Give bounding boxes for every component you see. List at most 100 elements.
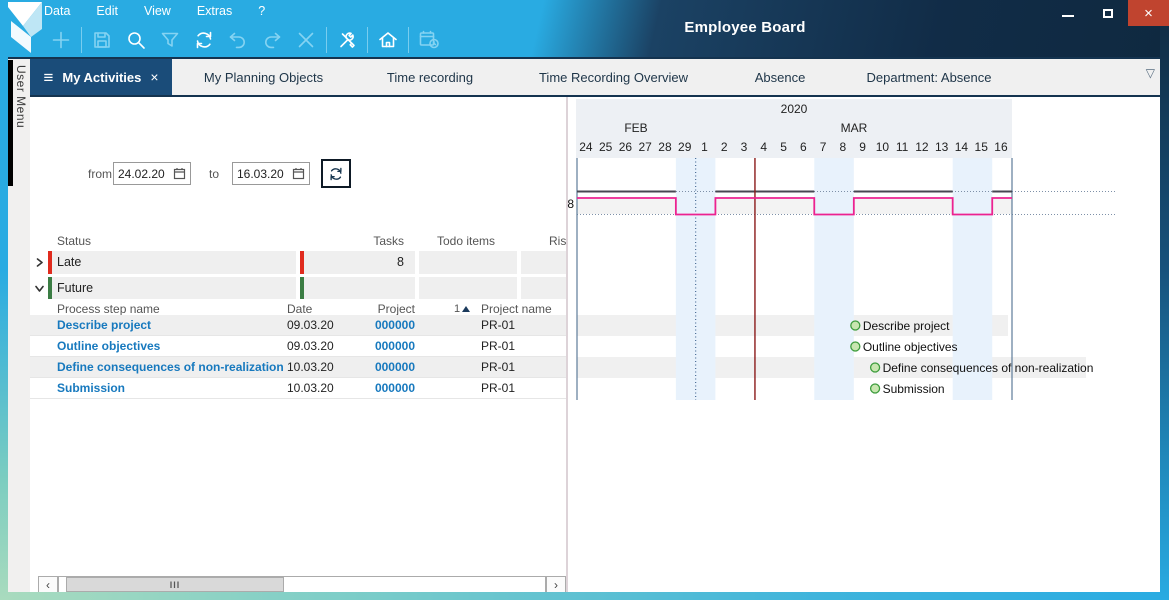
tab-label: Absence — [755, 70, 806, 85]
save-button[interactable] — [85, 24, 119, 56]
expand-chevron-late[interactable] — [32, 251, 46, 274]
milestone-submission[interactable]: Submission — [871, 382, 945, 396]
milestone-outline-objectives[interactable]: Outline objectives — [851, 340, 958, 354]
home-icon — [376, 28, 400, 52]
timeline-month-feb: FEB — [576, 121, 696, 135]
tab-label: My Planning Objects — [204, 70, 323, 85]
day-cell: 4 — [754, 140, 774, 154]
tab-time-recording-overview[interactable]: Time Recording Overview — [505, 59, 722, 95]
user-menu-indicator — [8, 60, 13, 186]
add-button[interactable] — [44, 24, 78, 56]
sort-indicator[interactable]: 1 — [454, 301, 470, 315]
project-link[interactable]: 000000 — [340, 360, 415, 374]
from-label: from — [88, 167, 112, 181]
to-label: to — [209, 167, 219, 181]
day-cell: 2 — [714, 140, 734, 154]
status-label: Late — [57, 255, 81, 269]
scroll-right-button[interactable]: › — [546, 576, 566, 592]
tab-close-icon[interactable]: × — [150, 69, 158, 85]
col-project: Project — [340, 302, 415, 316]
day-cell: 15 — [971, 140, 991, 154]
scrollbar-thumb[interactable]: lll — [66, 577, 284, 592]
hamburger-icon[interactable]: ≡ — [43, 69, 53, 86]
process-step-link[interactable]: Submission — [57, 381, 125, 395]
day-cell: 5 — [774, 140, 794, 154]
table-row[interactable]: Define consequences of non-realization 1… — [30, 357, 566, 378]
filter-button[interactable] — [153, 24, 187, 56]
minimize-button[interactable] — [1048, 0, 1088, 26]
day-cell: 28 — [655, 140, 675, 154]
menu-item-data[interactable]: Data — [44, 4, 70, 18]
col-todo: Todo items — [437, 234, 495, 248]
close-icon: × — [1144, 5, 1153, 22]
menu-item-edit[interactable]: Edit — [96, 4, 118, 18]
day-cell: 13 — [932, 140, 952, 154]
project-link[interactable]: 000000 — [340, 381, 415, 395]
maximize-button[interactable] — [1088, 0, 1128, 26]
tab-absence[interactable]: Absence — [722, 59, 838, 95]
project-name: PR-01 — [481, 318, 515, 332]
refresh-button[interactable] — [187, 24, 221, 56]
redo-button[interactable] — [255, 24, 289, 56]
project-link[interactable]: 000000 — [340, 318, 415, 332]
table-row[interactable]: Describe project 09.03.20 000000 PR-01 — [30, 315, 566, 336]
menu-item-view[interactable]: View — [144, 4, 171, 18]
tab-overflow-button[interactable]: ▽ — [1146, 66, 1155, 80]
col-project-name: Project name — [481, 302, 552, 316]
chevron-down-icon — [35, 284, 44, 293]
window-border-left — [0, 0, 8, 600]
table-row[interactable]: Outline objectives 09.03.20 000000 PR-01 — [30, 336, 566, 357]
tab-label: Time Recording Overview — [539, 70, 688, 85]
menu-bar: Data Edit View Extras ? — [44, 4, 265, 18]
toolbar-separator — [367, 27, 368, 53]
gantt-chart: 8 Describe project Outline objectives De… — [566, 158, 1160, 402]
save-icon — [90, 28, 114, 52]
timeline-month-mar: MAR — [696, 121, 1012, 135]
project-link[interactable]: 000000 — [340, 339, 415, 353]
undo-button[interactable] — [221, 24, 255, 56]
calendar-icon[interactable] — [173, 167, 186, 180]
refresh-icon — [327, 165, 345, 183]
tools-button[interactable] — [330, 24, 364, 56]
table-row[interactable]: Submission 10.03.20 000000 PR-01 — [30, 378, 566, 399]
col-date: Date — [287, 302, 312, 316]
tab-my-planning-objects[interactable]: My Planning Objects — [172, 59, 355, 95]
tools-icon — [335, 28, 359, 52]
undo-icon — [226, 28, 250, 52]
activities-panel: from 24.02.20 to 16.03.20 Status Tasks T… — [30, 97, 566, 592]
apply-refresh-button[interactable] — [321, 159, 351, 188]
process-step-link[interactable]: Outline objectives — [57, 339, 160, 353]
tab-department-absence[interactable]: Department: Absence — [838, 59, 1020, 95]
search-button[interactable] — [119, 24, 153, 56]
to-date-input[interactable]: 16.03.20 — [232, 162, 310, 185]
process-step-link[interactable]: Describe project — [57, 318, 151, 332]
title-bar: Data Edit View Extras ? — [0, 0, 1169, 57]
from-date-value: 24.02.20 — [118, 167, 173, 181]
calendar-icon[interactable] — [292, 167, 305, 180]
close-button[interactable]: × — [1128, 0, 1169, 26]
home-button[interactable] — [371, 24, 405, 56]
delete-button[interactable] — [289, 24, 323, 56]
col-risks: Ris — [549, 234, 566, 248]
menu-item-extras[interactable]: Extras — [197, 4, 232, 18]
scrollbar-track[interactable]: lll — [58, 576, 546, 592]
from-date-input[interactable]: 24.02.20 — [113, 162, 191, 185]
tab-my-activities[interactable]: ≡ My Activities × — [30, 59, 172, 95]
process-step-link[interactable]: Define consequences of non-realization — [57, 360, 284, 374]
step-date: 09.03.20 — [287, 318, 334, 332]
day-cell: 25 — [596, 140, 616, 154]
day-cell: 27 — [635, 140, 655, 154]
col-tasks: Tasks — [300, 234, 404, 248]
milestone-icon — [851, 342, 860, 351]
menu-item-help[interactable]: ? — [258, 4, 265, 18]
tab-label: Department: Absence — [866, 70, 991, 85]
toolbar-separator — [326, 27, 327, 53]
expand-chevron-future[interactable] — [32, 277, 46, 300]
user-menu-strip[interactable]: User Menu — [8, 59, 30, 592]
tab-time-recording[interactable]: Time recording — [355, 59, 505, 95]
scroll-left-button[interactable]: ‹ — [38, 576, 58, 592]
milestone-icon — [871, 384, 880, 393]
planning-calendar-button[interactable] — [412, 24, 446, 56]
milestone-describe-project[interactable]: Describe project — [851, 319, 950, 333]
milestone-define-consequences[interactable]: Define consequences of non-realization — [871, 361, 1094, 375]
